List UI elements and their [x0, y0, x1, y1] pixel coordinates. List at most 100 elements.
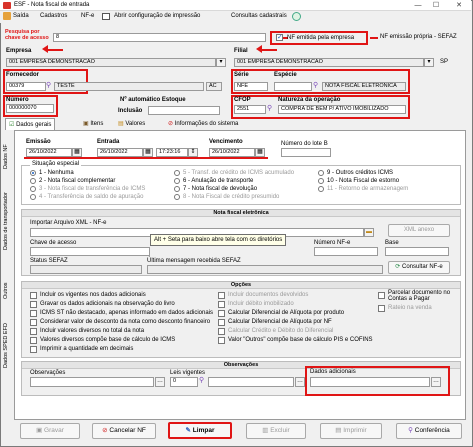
- situacao-option-4: 4 - Transferência de saldo de apuração: [39, 194, 144, 200]
- opcao-checkbox[interactable]: [218, 301, 225, 308]
- gravar-button[interactable]: ▣ Gravar: [20, 423, 80, 439]
- search-icon[interactable]: ⚲: [199, 377, 207, 386]
- menu-consultas-cadastrais[interactable]: Consultas cadastrais: [231, 13, 287, 19]
- excluir-button[interactable]: ▥ Excluir: [246, 423, 306, 439]
- ellipsis-icon[interactable]: …: [155, 377, 165, 387]
- search-icon[interactable]: ⚲: [267, 105, 275, 114]
- opcao-label: Calcular Diferencial de Alíquota por pro…: [228, 310, 345, 316]
- ellipsis-icon[interactable]: …: [431, 377, 441, 387]
- inclusao-input[interactable]: [148, 106, 220, 115]
- cancelar-nf-button[interactable]: ⊘ Cancelar NF: [92, 423, 156, 439]
- folder-icon[interactable]: ▬: [364, 228, 374, 237]
- situacao-option-6: 6 - Anulação de transporte: [183, 178, 254, 184]
- natureza-input[interactable]: COMPRA DE BEM P/ ATIVO IMOBILIZADO: [278, 105, 406, 114]
- vtab-dados-transportador[interactable]: Dados de transportador: [3, 182, 13, 260]
- close-button[interactable]: ✕: [448, 1, 470, 10]
- situacao-radio-7[interactable]: [174, 186, 180, 192]
- menu-nfe[interactable]: NF-e: [81, 13, 94, 19]
- search-icon[interactable]: ⚲: [313, 82, 321, 91]
- calendar-icon[interactable]: ▦: [72, 148, 82, 157]
- app-icon: [3, 2, 11, 9]
- tab-valores[interactable]: ▤ Valores: [115, 118, 148, 130]
- search-icon[interactable]: ⚲: [46, 82, 54, 91]
- eraser-icon: ✎: [185, 427, 191, 434]
- chevron-down-icon[interactable]: ▾: [216, 58, 226, 67]
- chevron-down-icon[interactable]: ▾: [424, 58, 434, 67]
- directory-tooltip: Alt + Seta para baixo abre tela com os d…: [150, 234, 287, 246]
- leis-vigentes-input[interactable]: 0: [170, 377, 198, 387]
- opcao-checkbox[interactable]: [218, 328, 225, 335]
- minimize-button[interactable]: —: [410, 1, 426, 10]
- vtab-outros[interactable]: Outros: [3, 276, 13, 306]
- opcao-checkbox[interactable]: [30, 337, 37, 344]
- ultima-msg-input: [147, 265, 383, 274]
- opcao-checkbox[interactable]: [378, 305, 385, 312]
- especie-code-input[interactable]: [274, 82, 312, 91]
- stepper-icon[interactable]: ⇕: [188, 148, 198, 157]
- numero-nfe-input[interactable]: [314, 247, 378, 256]
- empresa-label: Empresa: [6, 48, 32, 54]
- opcao-checkbox[interactable]: [30, 346, 37, 353]
- opcao-checkbox[interactable]: [218, 337, 225, 344]
- opcao-checkbox[interactable]: [30, 319, 37, 326]
- situacao-radio-3[interactable]: [30, 186, 36, 192]
- dados-adicionais-input[interactable]: [310, 377, 430, 387]
- opcao-checkbox[interactable]: [30, 328, 37, 335]
- tab-dados-gerais[interactable]: ☑ Dados gerais: [5, 118, 56, 130]
- filial-select[interactable]: 001 EMPRESA DEMONSTRACAO: [234, 58, 424, 67]
- fornecedor-code-input[interactable]: 00379: [6, 82, 46, 91]
- chave-acesso-input[interactable]: [30, 247, 150, 256]
- situacao-radio-6[interactable]: [174, 178, 180, 184]
- search-key-input[interactable]: 8: [53, 33, 266, 42]
- exit-icon: [3, 12, 11, 20]
- checkmark-icon: ☑: [9, 122, 15, 128]
- opcao-checkbox[interactable]: [30, 310, 37, 317]
- printer-icon: [102, 13, 110, 20]
- observacoes-input[interactable]: [30, 377, 154, 387]
- opcao-label: Gravar os dados adicionais na observação…: [40, 301, 175, 307]
- consultar-nfe-button[interactable]: ⟳ Consultar NF-e: [388, 261, 450, 274]
- menu-saida[interactable]: Saída: [13, 13, 29, 19]
- numero-input[interactable]: 000000070: [6, 104, 54, 113]
- maximize-button[interactable]: ☐: [428, 1, 444, 10]
- menu-cadastros[interactable]: Cadastros: [40, 13, 67, 19]
- vtab-dados-sped[interactable]: Dados SPED EFD: [3, 320, 13, 372]
- serie-input[interactable]: NFE: [234, 82, 268, 91]
- situacao-radio-5[interactable]: [174, 170, 180, 176]
- menu-abrir-configuracao[interactable]: Abrir configuração de impressão: [114, 13, 200, 19]
- nf-emitida-checkbox[interactable]: [276, 33, 283, 41]
- situacao-radio-8[interactable]: [174, 194, 180, 200]
- conferencia-button[interactable]: ⚲ Conferência: [396, 423, 462, 439]
- situacao-radio-2[interactable]: [30, 178, 36, 184]
- ellipsis-icon[interactable]: …: [295, 377, 305, 387]
- refresh-icon[interactable]: [292, 12, 301, 21]
- entrada-input[interactable]: 26/10/2022: [97, 148, 143, 157]
- calendar-icon[interactable]: ▦: [143, 148, 153, 157]
- imprimir-button[interactable]: ▤ Imprimir: [320, 423, 382, 439]
- cfop-input[interactable]: 2551: [234, 105, 266, 114]
- emissao-input[interactable]: 26/10/2022: [26, 148, 72, 157]
- situacao-radio-10[interactable]: [318, 178, 324, 184]
- xml-anexo-button[interactable]: XML anexo: [388, 224, 450, 237]
- opcao-checkbox[interactable]: [30, 301, 37, 308]
- vtab-dados-nf[interactable]: Dados NF: [3, 136, 13, 178]
- tab-itens[interactable]: ▣ Itens: [80, 118, 106, 130]
- opcao-checkbox[interactable]: [218, 292, 225, 299]
- opcao-checkbox[interactable]: [378, 292, 385, 299]
- calendar-icon[interactable]: ▦: [255, 148, 265, 157]
- money-icon: ▤: [118, 121, 124, 127]
- base-input[interactable]: [385, 247, 449, 256]
- situacao-radio-1[interactable]: [30, 170, 36, 176]
- opcao-checkbox[interactable]: [30, 292, 37, 299]
- situacao-radio-11[interactable]: [318, 186, 324, 192]
- situacao-radio-4[interactable]: [30, 194, 36, 200]
- numero-lote-input[interactable]: [281, 148, 331, 157]
- vencimento-input[interactable]: 26/10/2022: [209, 148, 255, 157]
- opcao-checkbox[interactable]: [218, 319, 225, 326]
- limpar-button[interactable]: ✎ Limpar: [168, 422, 232, 439]
- empresa-select[interactable]: 001 EMPRESA DEMONSTRACAO: [6, 58, 216, 67]
- opcao-checkbox[interactable]: [218, 310, 225, 317]
- tab-informacoes-sistema[interactable]: ⊘ Informações do sistema: [165, 118, 241, 130]
- situacao-radio-9[interactable]: [318, 170, 324, 176]
- hora-input[interactable]: 17:23:16: [156, 148, 188, 157]
